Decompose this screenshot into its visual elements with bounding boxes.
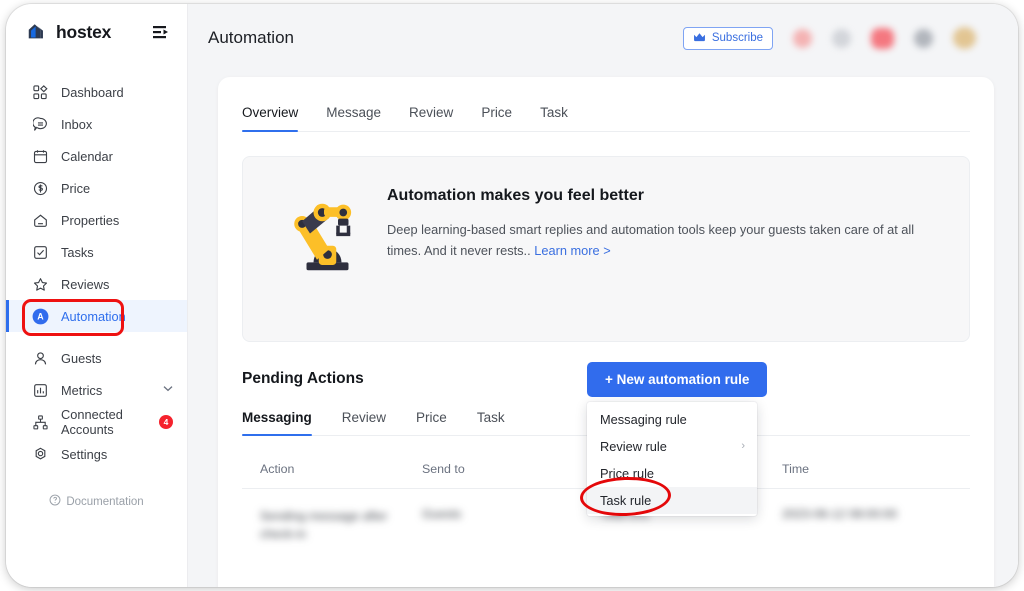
documentation-label: Documentation xyxy=(66,495,144,508)
top-bar: Automation Subscribe xyxy=(188,4,1018,72)
sidebar-item-label: Automation xyxy=(61,308,126,324)
subtab-price[interactable]: Price xyxy=(416,410,447,435)
menu-item-task-rule[interactable]: Task rule xyxy=(587,487,757,514)
promo-banner: Automation makes you feel better Deep le… xyxy=(242,156,970,342)
sidebar-item-label: Metrics xyxy=(61,382,103,398)
sidebar-item-label: Inbox xyxy=(61,116,93,132)
banner-description: Deep learning-based smart replies and au… xyxy=(387,219,939,261)
sidebar-item-label: Tasks xyxy=(61,244,94,260)
bar-chart-icon xyxy=(32,382,49,399)
network-icon xyxy=(32,414,49,431)
calendar-icon xyxy=(32,148,49,165)
chat-bubble-icon xyxy=(32,116,49,133)
brand-name: hostex xyxy=(56,21,112,42)
sidebar-item-properties[interactable]: Properties xyxy=(6,204,187,236)
sidebar-item-documentation[interactable]: Documentation xyxy=(6,494,187,509)
automation-avatar-icon: A xyxy=(32,308,49,325)
tab-message[interactable]: Message xyxy=(326,105,381,131)
avatar[interactable] xyxy=(953,27,976,49)
robot-arm-icon xyxy=(269,195,379,279)
banner-title: Automation makes you feel better xyxy=(387,187,644,204)
menu-item-messaging-rule[interactable]: Messaging rule xyxy=(587,406,757,433)
alert-icon[interactable] xyxy=(871,27,894,49)
sidebar-item-guests[interactable]: Guests xyxy=(6,342,187,374)
menu-item-label: Price rule xyxy=(600,466,655,481)
sidebar: hostex Dashboard Inbox Calendar Price Pr… xyxy=(6,4,188,587)
menu-item-label: Review rule xyxy=(600,439,667,454)
banner-text: Automation makes you feel better Deep le… xyxy=(379,181,939,261)
table-header-send-to: Send to xyxy=(422,462,465,476)
question-circle-icon xyxy=(49,494,61,509)
subtab-review[interactable]: Review xyxy=(342,410,386,435)
sidebar-item-dashboard[interactable]: Dashboard xyxy=(6,76,187,108)
dollar-circle-icon xyxy=(32,180,49,197)
sidebar-item-tasks[interactable]: Tasks xyxy=(6,236,187,268)
help-icon[interactable] xyxy=(832,28,851,48)
sidebar-item-metrics[interactable]: Metrics xyxy=(6,374,187,406)
apps-icon[interactable] xyxy=(914,28,933,48)
gear-icon xyxy=(32,446,49,463)
connected-accounts-badge: 4 xyxy=(159,415,173,429)
menu-item-label: Messaging rule xyxy=(600,412,687,427)
content-card: Overview Message Review Price Task Autom… xyxy=(218,77,994,587)
new-automation-rule-button[interactable]: + New automation rule xyxy=(587,362,768,397)
top-bar-actions: Subscribe xyxy=(682,26,976,50)
sidebar-item-label: Connected Accounts xyxy=(61,407,123,437)
subscribe-button[interactable]: Subscribe xyxy=(682,26,773,50)
tab-review[interactable]: Review xyxy=(409,105,453,131)
sidebar-item-reviews[interactable]: Reviews xyxy=(6,268,187,300)
notification-icon[interactable] xyxy=(793,28,812,48)
sidebar-item-inbox[interactable]: Inbox xyxy=(6,108,187,140)
learn-more-link[interactable]: Learn more > xyxy=(534,243,610,258)
brand-row: hostex xyxy=(6,4,187,60)
check-square-icon xyxy=(32,244,49,261)
tab-overview[interactable]: Overview xyxy=(242,105,299,132)
home-icon xyxy=(32,212,49,229)
sidebar-item-label: Guests xyxy=(61,350,102,366)
menu-item-review-rule[interactable]: Review rule › xyxy=(587,433,757,460)
svg-text:A: A xyxy=(37,311,44,321)
cell-time: 2023-06-12 08:00:00 xyxy=(782,507,898,521)
grid-icon xyxy=(32,84,49,101)
sidebar-item-price[interactable]: Price xyxy=(6,172,187,204)
sidebar-item-label: Reviews xyxy=(61,276,110,292)
chevron-right-icon: › xyxy=(741,440,745,452)
table-header-action: Action xyxy=(260,462,295,476)
sidebar-nav-list: Dashboard Inbox Calendar Price Propertie… xyxy=(6,76,187,509)
table-header-time: Time xyxy=(782,462,810,476)
hostex-logo-icon xyxy=(26,21,48,43)
crown-icon xyxy=(693,32,706,45)
tab-price[interactable]: Price xyxy=(481,105,512,131)
menu-item-price-rule[interactable]: Price rule xyxy=(587,460,757,487)
subscribe-label: Subscribe xyxy=(711,32,763,44)
sidebar-item-connected-accounts[interactable]: Connected Accounts 4 xyxy=(6,406,187,438)
user-icon xyxy=(32,350,49,367)
sidebar-item-label: Calendar xyxy=(61,148,113,164)
tab-bar: Overview Message Review Price Task xyxy=(242,77,970,132)
sidebar-item-label: Price xyxy=(61,180,91,196)
subtab-task[interactable]: Task xyxy=(477,410,505,435)
sidebar-item-label: Dashboard xyxy=(61,84,124,100)
sidebar-item-automation[interactable]: A Automation xyxy=(6,300,187,332)
rule-type-dropdown-menu: Messaging rule Review rule › Price rule … xyxy=(587,402,757,516)
cell-action: Sending message after check-in xyxy=(260,509,388,541)
page-title: Automation xyxy=(208,28,294,47)
sidebar-item-settings[interactable]: Settings xyxy=(6,438,187,470)
cell-send-to: Guests xyxy=(422,507,462,521)
chevron-down-icon[interactable] xyxy=(163,385,173,395)
menu-item-label: Task rule xyxy=(600,493,652,508)
tab-task[interactable]: Task xyxy=(540,105,568,131)
sidebar-item-label: Properties xyxy=(61,212,120,228)
star-icon xyxy=(32,276,49,293)
banner-description-text: Deep learning-based smart replies and au… xyxy=(387,222,915,258)
sidebar-item-calendar[interactable]: Calendar xyxy=(6,140,187,172)
subtab-messaging[interactable]: Messaging xyxy=(242,410,312,436)
sidebar-collapse-icon[interactable] xyxy=(151,22,171,42)
sidebar-group-divider xyxy=(6,332,187,342)
sidebar-item-label: Settings xyxy=(61,446,108,462)
main-content: Automation Subscribe Overview Message Re… xyxy=(188,4,1018,587)
browser-window-frame: hostex Dashboard Inbox Calendar Price Pr… xyxy=(6,4,1018,587)
